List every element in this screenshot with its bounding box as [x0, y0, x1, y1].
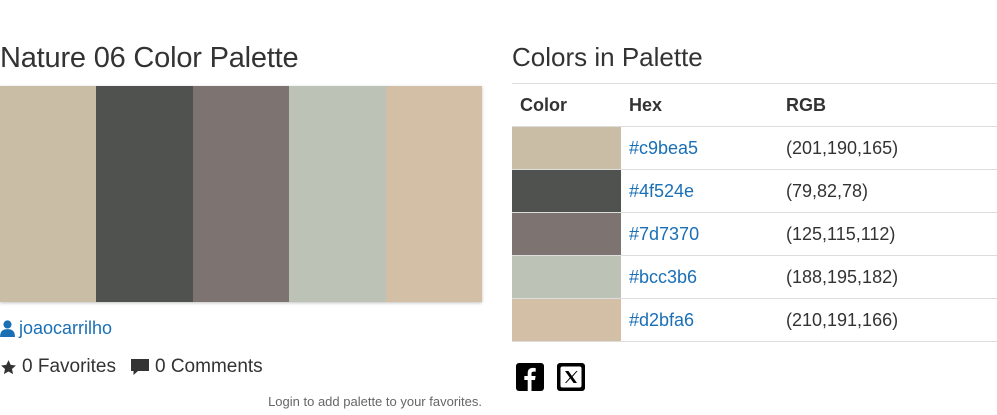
rgb-value: (188,195,182)	[778, 255, 997, 299]
color-swatch-cell	[512, 212, 621, 256]
colors-table: Color Hex RGB #c9bea5 (201,190,165) #4f5…	[512, 83, 997, 342]
facebook-icon	[524, 367, 536, 391]
table-row: #bcc3b6 (188,195,182)	[512, 255, 997, 299]
column-header-hex: Hex	[621, 83, 778, 127]
comments-stat: 0 Comments	[130, 356, 263, 378]
favorites-stat: 0 Favorites	[0, 356, 116, 378]
color-swatch-cell	[512, 298, 621, 342]
x-icon	[560, 366, 582, 388]
rgb-value: (79,82,78)	[778, 169, 997, 213]
hex-cell: #bcc3b6	[621, 255, 778, 299]
hex-cell: #4f524e	[621, 169, 778, 213]
hex-link[interactable]: #d2bfa6	[629, 310, 694, 330]
color-swatch-cell	[512, 255, 621, 299]
rgb-value: (125,115,112)	[778, 212, 997, 256]
comment-icon	[130, 359, 149, 375]
palette-stats: 0 Favorites 0 Comments	[0, 356, 263, 378]
hex-link[interactable]: #7d7370	[629, 224, 699, 244]
hex-cell: #c9bea5	[621, 126, 778, 170]
author-name: joaocarrilho	[19, 318, 113, 338]
rgb-value: (210,191,166)	[778, 298, 997, 342]
color-swatch-cell	[512, 126, 621, 170]
table-row: #7d7370 (125,115,112)	[512, 212, 997, 256]
table-row: #c9bea5 (201,190,165)	[512, 126, 997, 170]
color-swatch	[512, 256, 621, 298]
color-swatch	[512, 299, 621, 341]
colors-heading: Colors in Palette	[512, 42, 703, 72]
x-share-button[interactable]	[557, 363, 585, 391]
column-header-rgb: RGB	[778, 83, 997, 127]
palette-swatch	[96, 86, 193, 302]
favorites-count: 0 Favorites	[22, 356, 116, 377]
palette-swatch	[289, 86, 386, 302]
color-swatch	[512, 170, 621, 212]
rgb-value: (201,190,165)	[778, 126, 997, 170]
share-buttons	[516, 363, 598, 391]
page-title: Nature 06 Color Palette	[0, 42, 299, 74]
palette-swatch	[192, 86, 290, 302]
hex-cell: #d2bfa6	[621, 298, 778, 342]
table-header-row: Color Hex RGB	[512, 83, 997, 127]
column-header-color: Color	[512, 83, 621, 127]
hex-link[interactable]: #bcc3b6	[629, 267, 697, 287]
author-link[interactable]: joaocarrilho	[0, 318, 112, 339]
facebook-share-button[interactable]	[516, 363, 544, 391]
color-swatch	[512, 213, 621, 255]
palette-swatch	[385, 86, 483, 302]
hex-link[interactable]: #c9bea5	[629, 138, 698, 158]
comments-count: 0 Comments	[154, 356, 263, 377]
hex-link[interactable]: #4f524e	[629, 181, 694, 201]
palette-preview	[0, 86, 483, 302]
table-row: #4f524e (79,82,78)	[512, 169, 997, 213]
login-note: Login to add palette to your favorites.	[268, 394, 482, 409]
star-icon	[1, 359, 16, 374]
color-swatch	[512, 127, 621, 169]
table-row: #d2bfa6 (210,191,166)	[512, 298, 997, 342]
user-icon	[0, 320, 15, 337]
color-swatch-cell	[512, 169, 621, 213]
palette-swatch	[0, 86, 97, 302]
hex-cell: #7d7370	[621, 212, 778, 256]
